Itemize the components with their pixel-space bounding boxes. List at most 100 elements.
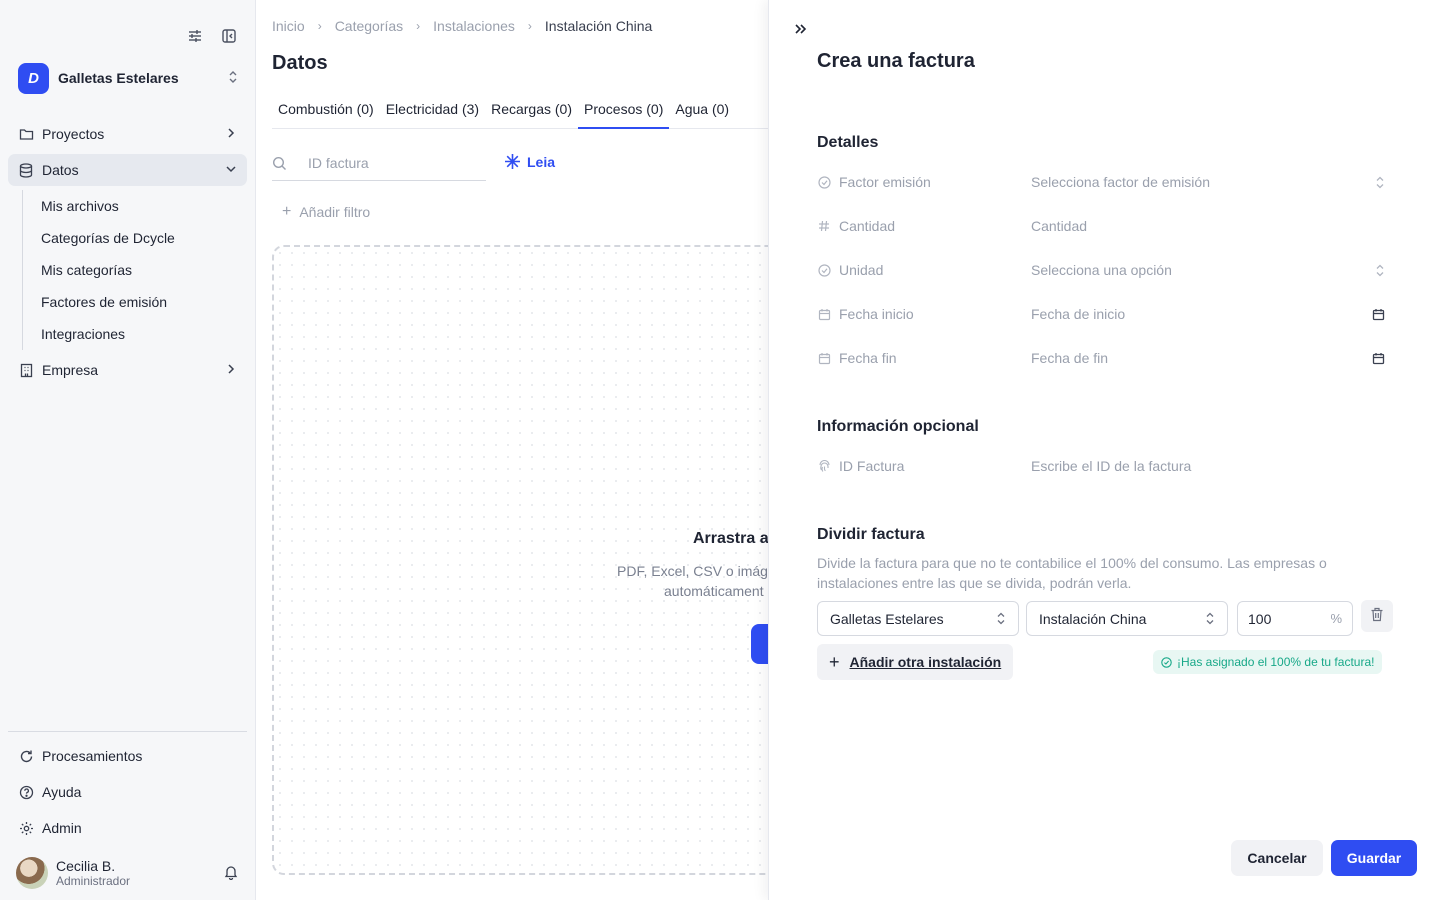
percentage-unit: % xyxy=(1330,611,1342,626)
field-placeholder: Escribe el ID de la factura xyxy=(1031,458,1192,474)
status-badge: ¡Has asignado el 100% de tu factura! xyxy=(1153,650,1383,674)
optional-section-title: Información opcional xyxy=(817,418,979,435)
dropzone-description: PDF, Excel, CSV o imág xyxy=(617,563,768,579)
tab-recargas[interactable]: Recargas (0) xyxy=(485,98,578,128)
split-section-title: Dividir factura xyxy=(817,526,925,543)
nav-item-admin[interactable]: Admin xyxy=(8,812,247,844)
field-start-date: Fecha inicio Fecha de inicio xyxy=(817,298,1393,330)
add-facility-button[interactable]: + Añadir otra instalación xyxy=(817,644,1014,680)
field-invoice-id: ID Factura Escribe el ID de la factura xyxy=(817,450,1393,482)
field-label: Factor emisión xyxy=(817,174,1031,190)
check-circle-icon xyxy=(817,263,831,277)
sidebar: D Galletas Estelares Proyectos Datos Mis… xyxy=(0,0,256,900)
dropzone-description-2: automáticament xyxy=(664,583,764,599)
subnav-item-categorias-dcycle[interactable]: Categorías de Dcycle xyxy=(33,222,247,254)
breadcrumb-item-instalaciones[interactable]: Instalaciones xyxy=(433,18,515,34)
start-date-input[interactable]: Fecha de inicio xyxy=(1031,306,1393,322)
add-filter-label: Añadir filtro xyxy=(299,204,371,220)
invoice-id-input[interactable]: Escribe el ID de la factura xyxy=(1031,458,1393,474)
tab-agua[interactable]: Agua (0) xyxy=(669,98,735,128)
breadcrumb-item-current: Instalación China xyxy=(544,18,653,34)
tab-combustion[interactable]: Combustión (0) xyxy=(272,98,380,128)
sidebar-divider xyxy=(8,731,247,732)
check-circle-icon xyxy=(1161,656,1172,668)
sparkle-icon xyxy=(504,153,521,170)
datos-subnav: Mis archivos Categorías de Dcycle Mis ca… xyxy=(22,190,247,350)
calendar-icon xyxy=(817,351,831,365)
category-tabs: Combustión (0) Electricidad (3) Recargas… xyxy=(272,98,768,129)
check-circle-icon xyxy=(817,175,831,189)
cancel-button[interactable]: Cancelar xyxy=(1231,840,1323,876)
subnav-item-mis-categorias[interactable]: Mis categorías xyxy=(33,254,247,286)
add-filter-button[interactable]: + Añadir filtro xyxy=(282,203,370,221)
nav-item-ayuda[interactable]: Ayuda xyxy=(8,776,247,808)
gear-icon xyxy=(18,820,34,836)
save-button[interactable]: Guardar xyxy=(1331,840,1417,876)
upload-button[interactable] xyxy=(751,624,768,664)
details-section-title: Detalles xyxy=(817,134,879,151)
tab-electricidad[interactable]: Electricidad (3) xyxy=(380,98,485,128)
field-label: Fecha inicio xyxy=(817,306,1031,322)
subnav-item-integraciones[interactable]: Integraciones xyxy=(33,318,247,350)
chevron-right-icon xyxy=(225,362,237,378)
user-role: Administrador xyxy=(56,874,131,888)
end-date-input[interactable]: Fecha de fin xyxy=(1031,350,1393,366)
search-icon xyxy=(272,156,288,171)
field-label-text: Factor emisión xyxy=(839,174,931,190)
calendar-icon[interactable] xyxy=(1372,352,1385,365)
calendar-icon[interactable] xyxy=(1372,308,1385,321)
field-placeholder: Selecciona factor de emisión xyxy=(1031,174,1210,190)
unit-select[interactable]: Selecciona una opción xyxy=(1031,262,1393,278)
nav-label: Admin xyxy=(42,820,82,836)
chevron-right-icon: › xyxy=(317,19,322,33)
user-profile[interactable]: Cecilia B. Administrador xyxy=(16,856,239,890)
bell-icon[interactable] xyxy=(223,864,239,883)
subnav-item-mis-archivos[interactable]: Mis archivos xyxy=(33,190,247,222)
refresh-icon xyxy=(18,748,34,764)
field-quantity: Cantidad Cantidad xyxy=(817,210,1393,242)
sliders-icon[interactable] xyxy=(185,26,205,46)
subnav-item-factores-emision[interactable]: Factores de emisión xyxy=(33,286,247,318)
tab-procesos[interactable]: Procesos (0) xyxy=(578,98,670,129)
field-label: Unidad xyxy=(817,262,1031,278)
breadcrumb-item-inicio[interactable]: Inicio xyxy=(272,18,305,34)
chevron-updown-icon xyxy=(1375,176,1385,189)
add-facility-label: Añadir otra instalación xyxy=(849,654,1002,670)
emission-factor-select[interactable]: Selecciona factor de emisión xyxy=(1031,174,1393,190)
invoice-search xyxy=(272,146,486,181)
bottom-nav: Procesamientos Ayuda Admin xyxy=(8,740,247,848)
nav-label: Empresa xyxy=(42,362,99,378)
split-percentage-input[interactable]: 100 % xyxy=(1237,601,1353,636)
nav-item-proyectos[interactable]: Proyectos xyxy=(8,118,247,150)
nav-label: Ayuda xyxy=(42,784,82,800)
nav-label: Proyectos xyxy=(42,126,105,142)
select-value: Instalación China xyxy=(1039,610,1147,627)
fingerprint-icon xyxy=(817,459,831,473)
sidebar-collapse-icon[interactable] xyxy=(219,26,239,46)
database-icon xyxy=(18,162,34,178)
breadcrumb: Inicio › Categorías › Instalaciones › In… xyxy=(272,18,652,34)
split-facility-select[interactable]: Instalación China xyxy=(1026,601,1228,636)
leia-label: Leia xyxy=(527,153,556,170)
field-placeholder: Cantidad xyxy=(1031,218,1088,234)
split-description: Divide la factura para que no te contabi… xyxy=(817,555,1327,591)
field-label-text: ID Factura xyxy=(839,458,905,474)
search-input[interactable] xyxy=(308,155,478,171)
company-switcher[interactable]: D Galletas Estelares xyxy=(18,62,239,94)
breadcrumb-item-categorias[interactable]: Categorías xyxy=(335,18,403,34)
delete-split-button[interactable] xyxy=(1361,600,1393,632)
avatar xyxy=(16,857,48,889)
nav-item-datos[interactable]: Datos xyxy=(8,154,247,186)
help-icon xyxy=(18,784,34,800)
quantity-input[interactable]: Cantidad xyxy=(1031,218,1393,234)
field-label-text: Fecha fin xyxy=(839,350,897,366)
leia-button[interactable]: Leia xyxy=(504,153,555,170)
chevron-right-icon: › xyxy=(416,19,421,33)
nav-item-empresa[interactable]: Empresa xyxy=(8,354,247,386)
sidebar-top-tools xyxy=(185,26,239,46)
drawer-title: Crea una factura xyxy=(817,50,975,72)
split-company-select[interactable]: Galletas Estelares xyxy=(817,601,1019,636)
double-chevron-right-icon[interactable] xyxy=(793,22,807,41)
nav-item-procesamientos[interactable]: Procesamientos xyxy=(8,740,247,772)
main-content: Inicio › Categorías › Instalaciones › In… xyxy=(256,0,768,900)
